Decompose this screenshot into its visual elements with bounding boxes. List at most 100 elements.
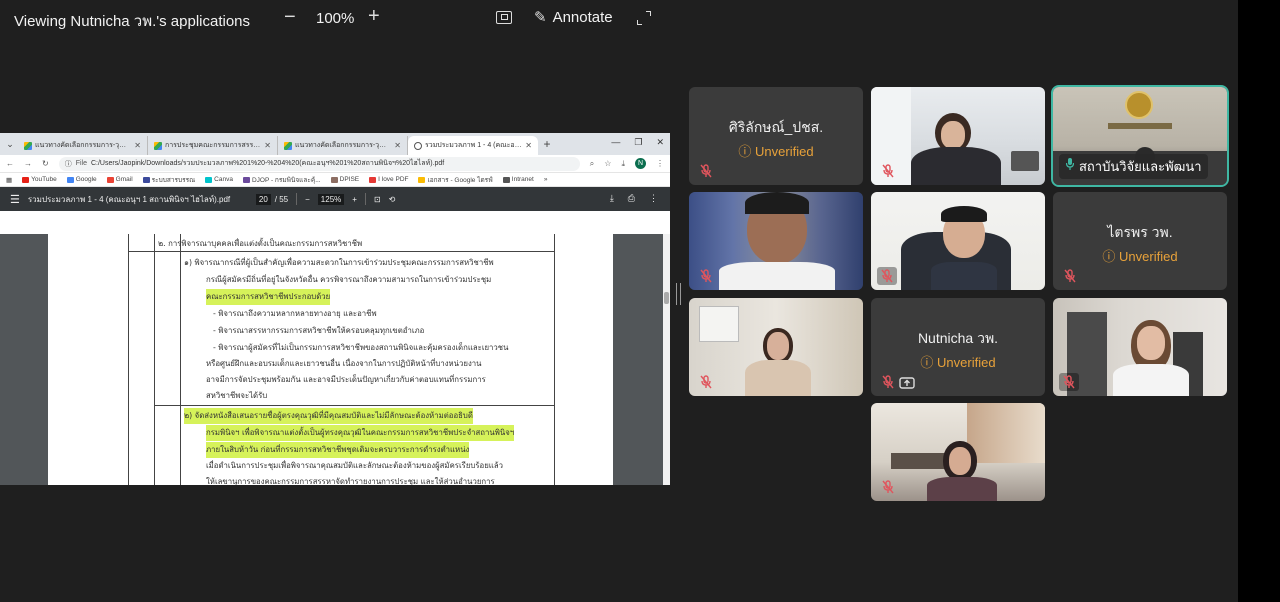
bookmark-item[interactable]: ระบบสารบรรณ bbox=[142, 175, 195, 185]
annotate-button[interactable]: ✎ Annotate bbox=[534, 8, 613, 27]
window-controls: — ❐ ✕ bbox=[611, 137, 664, 148]
close-icon[interactable]: ✕ bbox=[525, 141, 532, 150]
minimize-icon[interactable]: — bbox=[611, 137, 620, 148]
participant-name: สถาบันวิจัยและพัฒนา bbox=[1079, 159, 1202, 174]
restore-icon[interactable]: ❐ bbox=[634, 137, 642, 148]
tab-search-icon[interactable]: ⌄ bbox=[2, 139, 18, 150]
mic-off-icon bbox=[881, 375, 895, 389]
bookmark-item[interactable]: DJOP - กรมพินิจและคุ้... bbox=[242, 175, 321, 185]
doc-line: เมื่อดำเนินการประชุมเพื่อพิจารณาคุณสมบัต… bbox=[206, 461, 503, 470]
doc-line-highlighted: ภายในสิบห้าวัน ก่อนที่กรรมการสหวิชาชีพชุ… bbox=[206, 442, 470, 458]
mic-off-icon bbox=[1063, 269, 1077, 283]
pdf-zoom-out-icon[interactable]: − bbox=[305, 195, 310, 204]
pdf-toolbar: ☰ รวมประมวลภาพ 1 - 4 (คณะอนุฯ 1 สถานพินิ… bbox=[0, 187, 670, 211]
doc-line: หรือศูนย์ฝึกและอบรมเด็กและเยาวชนอื่น เนื… bbox=[206, 359, 482, 368]
doc-line-highlighted: กรมพินิจฯ เพื่อพิจารณาแต่งตั้งเป็นผู้ทรง… bbox=[206, 425, 515, 441]
participant-name: ไตรพร วพ. bbox=[1107, 224, 1173, 240]
shared-screen[interactable]: ⌄ แนวทางคัดเลือกกรรมการ-วุฒิสภาฯ ✕ การปร… bbox=[0, 133, 670, 485]
fullscreen-icon[interactable] bbox=[637, 11, 651, 25]
doc-line: - พิจารณาผู้สมัครที่ไม่เป็นกรรมการสหวิชา… bbox=[213, 343, 509, 352]
zoom-in-button[interactable]: + bbox=[368, 5, 380, 28]
print-icon[interactable]: ⎙ bbox=[628, 193, 635, 204]
browser-tab[interactable]: แนวทางคัดเลือกกรรมการ-วุฒิสภาฯ ✕ bbox=[18, 136, 148, 155]
drive-icon bbox=[154, 141, 162, 150]
participant-tile[interactable]: Nutnicha วพ. ⓘ Unverified bbox=[871, 298, 1045, 396]
bookmark-star-icon[interactable]: ☆ bbox=[604, 159, 611, 168]
reload-icon[interactable]: ↻ bbox=[42, 159, 49, 168]
mic-off-icon bbox=[877, 267, 897, 285]
apps-grid-icon[interactable]: ▦ bbox=[6, 176, 12, 184]
pdf-zoom-level[interactable]: 125% bbox=[317, 193, 345, 205]
zoom-out-button[interactable]: − bbox=[284, 6, 296, 29]
participant-video-tile-speaking[interactable]: สถาบันวิจัยและพัฒนา bbox=[1051, 85, 1229, 187]
tab-title: แนวทางคัดเลือกกรรมการ-วุฒิสภาฯ bbox=[35, 142, 131, 149]
pdf-title: รวมประมวลภาพ 1 - 4 (คณะอนุฯ 1 สถานพินิจฯ… bbox=[27, 194, 231, 204]
participant-name: Nutnicha วพ. bbox=[917, 330, 999, 346]
resize-handle[interactable] bbox=[676, 283, 681, 305]
close-window-icon[interactable]: ✕ bbox=[656, 137, 664, 148]
mic-off-icon bbox=[699, 269, 713, 283]
participant-video-tile[interactable] bbox=[871, 403, 1045, 501]
menu-icon[interactable]: ☰ bbox=[10, 193, 20, 206]
participant-name-tag: สถาบันวิจัยและพัฒนา bbox=[1059, 154, 1208, 179]
doc-line: - พิจารณาสรรหากรรมการสหวิชาชีพให้ครอบคลุ… bbox=[213, 326, 425, 335]
globe-icon bbox=[414, 141, 422, 150]
meeting-window: Viewing Nutnicha วพ.'s applications − 10… bbox=[0, 0, 1280, 602]
tab-title: รวมประมวลภาพ 1 - 4 (คณะอนุฯ bbox=[425, 142, 523, 149]
more-bookmarks-icon[interactable]: » bbox=[544, 176, 548, 183]
fit-page-icon[interactable]: ⊡ bbox=[374, 195, 381, 204]
drive-icon bbox=[284, 141, 292, 150]
close-icon[interactable]: ✕ bbox=[394, 141, 401, 150]
bookmark-item[interactable]: I love PDF bbox=[369, 176, 408, 183]
browser-tab-active[interactable]: รวมประมวลภาพ 1 - 4 (คณะอนุฯ ✕ bbox=[408, 136, 538, 155]
page-number-input[interactable]: 20 bbox=[255, 193, 271, 205]
bookmark-item[interactable]: เอกสาร - Google ไดรฟ์ bbox=[418, 175, 493, 185]
mic-off-icon bbox=[699, 164, 713, 178]
page-total: / 55 bbox=[274, 194, 289, 204]
mic-off-icon bbox=[1059, 373, 1079, 391]
participant-name: ศิริลักษณ์_ปชส. bbox=[728, 119, 824, 135]
pdf-viewport[interactable]: ๒. การพิจารณาบุคคลเพื่อแต่งตั้งเป็นคณะกร… bbox=[0, 234, 670, 485]
participant-video-tile[interactable] bbox=[871, 192, 1045, 290]
back-icon[interactable]: ← bbox=[6, 159, 14, 168]
annotate-label: Annotate bbox=[552, 8, 613, 26]
participant-video-tile[interactable] bbox=[871, 87, 1045, 185]
bookmark-item[interactable]: YouTube bbox=[22, 176, 57, 183]
bookmark-item[interactable]: Canva bbox=[205, 176, 233, 183]
download-icon[interactable]: ⤓ bbox=[621, 159, 625, 169]
new-tab-button[interactable]: + bbox=[538, 137, 556, 151]
close-icon[interactable]: ✕ bbox=[134, 141, 141, 150]
url-scheme: File bbox=[75, 160, 87, 167]
zoom-lens-icon[interactable]: ⌕ bbox=[590, 159, 594, 169]
participant-video-tile[interactable] bbox=[689, 192, 863, 290]
url-field[interactable]: ⓘ File C:/Users/Jaopink/Downloads/รวมประ… bbox=[58, 156, 580, 171]
participant-video-tile[interactable] bbox=[689, 298, 863, 396]
participant-tile[interactable]: ศิริลักษณ์_ปชส. ⓘ Unverified bbox=[689, 87, 863, 185]
rotate-icon[interactable]: ⟲ bbox=[389, 195, 396, 204]
participant-video-tile[interactable] bbox=[1053, 298, 1227, 396]
pdf-more-icon[interactable]: ⋮ bbox=[649, 193, 658, 204]
bookmark-item[interactable]: DPISE bbox=[330, 176, 359, 183]
pdf-download-icon[interactable]: ⤓ bbox=[610, 193, 614, 204]
pdf-scrollbar[interactable] bbox=[663, 234, 670, 485]
bookmark-item[interactable]: Gmail bbox=[106, 176, 133, 183]
forward-icon[interactable]: → bbox=[24, 159, 32, 168]
pdf-zoom-in-icon[interactable]: + bbox=[352, 195, 357, 204]
pop-out-icon[interactable] bbox=[496, 11, 512, 24]
window-edge bbox=[1238, 0, 1280, 602]
zoom-level: 100% bbox=[316, 10, 355, 27]
kebab-menu-icon[interactable]: ⋮ bbox=[656, 159, 664, 168]
profile-avatar[interactable]: N bbox=[635, 158, 646, 169]
browser-tab[interactable]: การประชุมคณะกรรมการสรรหา ฯ ✕ bbox=[148, 136, 278, 155]
close-icon[interactable]: ✕ bbox=[264, 141, 271, 150]
bookmark-item[interactable]: Intranet bbox=[502, 176, 534, 183]
bookmark-item[interactable]: Google bbox=[66, 176, 97, 183]
unverified-status: ⓘ Unverified bbox=[1102, 249, 1178, 264]
doc-line: สหวิชาชีพจะได้รับ bbox=[206, 391, 268, 400]
doc-line: - พิจารณาถึงความหลากหลายทางอายุ และอาชีพ bbox=[213, 309, 377, 318]
info-icon: ⓘ bbox=[64, 160, 72, 168]
doc-line: ให้เลขานุการของคณะกรรมการสรรหาจัดทำรายงา… bbox=[206, 477, 495, 485]
participant-tile[interactable]: ไตรพร วพ. ⓘ Unverified bbox=[1053, 192, 1227, 290]
browser-tab[interactable]: แนวทางคัดเลือกกรรมการ-วุฒิสภาฯ ✕ bbox=[278, 136, 408, 155]
document-table: ๒. การพิจารณาบุคคลเพื่อแต่งตั้งเป็นคณะกร… bbox=[48, 234, 613, 485]
